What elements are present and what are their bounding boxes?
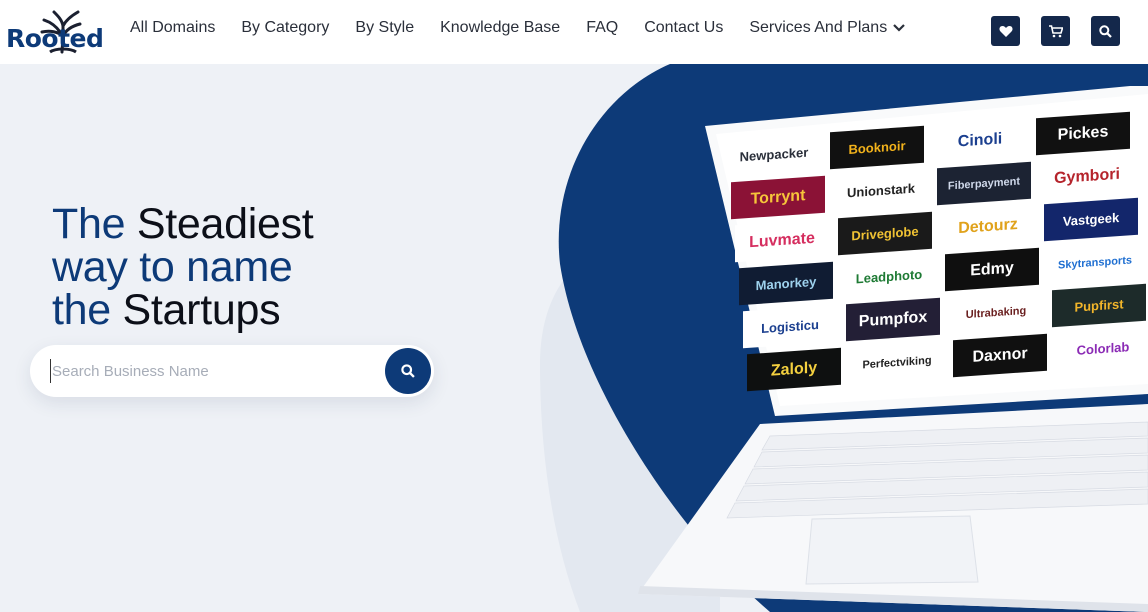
logo-tile: Zaloly <box>747 347 841 392</box>
nav-all-domains[interactable]: All Domains <box>130 19 215 37</box>
logo-tile: Ultrabaking <box>949 290 1043 335</box>
logo-tile: Unionstark <box>834 168 928 213</box>
chevron-down-icon <box>893 24 905 32</box>
logo-tile: Manorkey <box>739 261 833 306</box>
logo-tile: Luvmate <box>735 218 829 263</box>
logo-tile: Colorlab <box>1056 326 1148 371</box>
nav-services-and-plans[interactable]: Services And Plans <box>749 19 905 37</box>
nav-by-style[interactable]: By Style <box>355 19 414 37</box>
search-input[interactable] <box>50 359 380 383</box>
top-navbar: Rooted All Domains By Category By Style … <box>0 0 1148 64</box>
hero-illustration: Newpacker Booknoir Cinoli Pickes Torrynt Unio… <box>520 64 1148 612</box>
logo-tile: Vastgeek <box>1044 197 1138 242</box>
nav-icon-group <box>991 16 1120 46</box>
hero-text-emphasis: name <box>186 243 293 291</box>
logo-tile: Booknoir <box>830 125 924 170</box>
logo-tile: Cinoli <box>933 118 1027 163</box>
hero-text-emphasis: Steadiest <box>136 200 314 248</box>
logo-tile: Perfectviking <box>850 340 944 385</box>
business-name-search <box>30 345 434 397</box>
hero-text: way to <box>52 243 187 291</box>
nav-contact-us[interactable]: Contact Us <box>644 19 723 37</box>
logo-tile: Pupfirst <box>1052 283 1146 328</box>
logo-tile: Gymbori <box>1040 154 1134 199</box>
logo-tile: Fiberpayment <box>937 161 1031 206</box>
logo-tile: Pickes <box>1036 111 1130 156</box>
hero-text-emphasis: Startups <box>122 286 281 334</box>
wishlist-button[interactable] <box>991 16 1020 46</box>
logo-tile: Detourz <box>941 204 1035 249</box>
logo-tile: Newpacker <box>727 132 821 177</box>
hero-text: the <box>52 286 123 334</box>
brand-name: Rooted <box>6 24 104 53</box>
hero-headline: The Steadiest way to name the Startups <box>52 200 314 334</box>
heart-icon <box>998 25 1013 37</box>
logo-tile: Edmy <box>945 247 1039 292</box>
cart-button[interactable] <box>1041 16 1070 46</box>
brand-logo[interactable]: Rooted <box>6 6 106 56</box>
nav-faq[interactable]: FAQ <box>586 19 618 37</box>
main-menu: All Domains By Category By Style Knowled… <box>130 19 931 37</box>
search-submit-button[interactable] <box>385 348 431 394</box>
logo-tile: Pumpfox <box>846 297 940 342</box>
logo-tile: Daxnor <box>953 333 1047 378</box>
logo-tile: Skytransports <box>1048 240 1142 285</box>
search-icon <box>401 364 415 378</box>
nav-knowledge-base[interactable]: Knowledge Base <box>440 19 560 37</box>
logo-tile: Logisticu <box>743 304 837 349</box>
hero-text: The <box>52 200 137 248</box>
logo-tile: Torrynt <box>731 175 825 220</box>
search-icon <box>1099 24 1112 38</box>
logo-tile: Leadphoto <box>842 254 936 299</box>
cart-icon <box>1048 24 1063 37</box>
logo-tile: Driveglobe <box>838 211 932 256</box>
search-button[interactable] <box>1091 16 1120 46</box>
nav-by-category[interactable]: By Category <box>241 19 329 37</box>
